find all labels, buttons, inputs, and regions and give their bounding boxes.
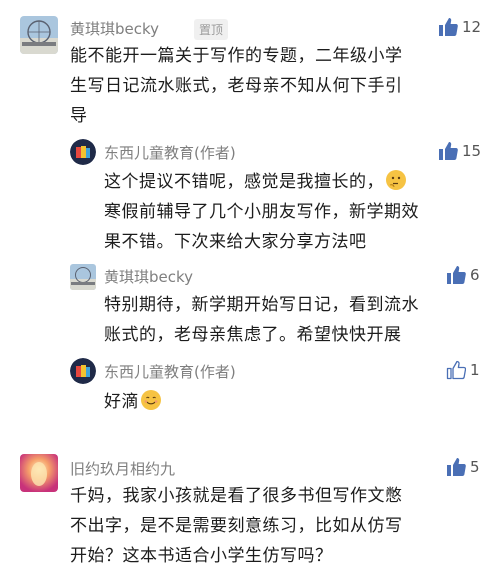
like-count: 5: [470, 458, 480, 476]
thumbs-up-outline-icon: [446, 360, 466, 380]
author-avatar[interactable]: [70, 358, 96, 384]
like-count: 12: [462, 18, 482, 36]
thumbs-up-filled-icon: [438, 141, 458, 161]
thumbs-up-filled-icon: [438, 17, 458, 37]
like-button[interactable]: 12: [438, 17, 481, 37]
comment-text: 千妈，我家小孩就是看了很多书但写作文憋 不出字，是不是需要刻意练习，比如从仿写 …: [70, 481, 490, 571]
reply-line: 果不错。下次来给大家分享方法吧: [104, 232, 367, 252]
reply-line: 好滴: [104, 392, 139, 412]
reply-line: 寒假前辅导了几个小朋友写作，新学期效: [104, 202, 419, 222]
reply-text: 这个提议不错呢，感觉是我擅长的， 寒假前辅导了几个小朋友写作，新学期效 果不错。…: [104, 167, 490, 257]
comment-author[interactable]: 旧约玖月相约九: [70, 458, 175, 479]
like-count: 15: [462, 142, 482, 160]
reply-author[interactable]: 东西儿童教育(作者): [104, 361, 236, 382]
avatar[interactable]: [70, 264, 96, 290]
like-button[interactable]: 6: [446, 265, 480, 285]
comment-author[interactable]: 黄琪琪becky: [70, 18, 159, 39]
reply-line: 这个提议不错呢，感觉是我擅长的，: [104, 172, 384, 192]
reply-author[interactable]: 黄琪琪becky: [104, 266, 193, 287]
comment-line: 导: [70, 106, 88, 126]
thinking-face-icon: [386, 170, 406, 190]
comment-line: 能不能开一篇关于写作的专题，二年级小学: [70, 46, 403, 66]
smiling-face-icon: [141, 390, 161, 410]
like-button[interactable]: 1: [446, 360, 480, 380]
like-count: 1: [470, 361, 480, 379]
reply-text: 特别期待，新学期开始写日记，看到流水 账式的，老母亲焦虑了。希望快快开展: [104, 290, 490, 350]
author-avatar[interactable]: [70, 139, 96, 165]
comment-line: 开始？这本书适合小学生仿写吗？: [70, 546, 333, 566]
like-button[interactable]: 15: [438, 141, 481, 161]
like-count: 6: [470, 266, 480, 284]
comment-line: 生写日记流水账式，老母亲不知从何下手引: [70, 76, 403, 96]
reply-author[interactable]: 东西儿童教育(作者): [104, 142, 236, 163]
reply-line: 账式的，老母亲焦虑了。希望快快开展: [104, 325, 402, 345]
reply-line: 特别期待，新学期开始写日记，看到流水: [104, 295, 419, 315]
avatar[interactable]: [20, 16, 58, 54]
thumbs-up-filled-icon: [446, 265, 466, 285]
thumbs-up-filled-icon: [446, 457, 466, 477]
comment-line: 千妈，我家小孩就是看了很多书但写作文憋: [70, 486, 403, 506]
comment-text: 能不能开一篇关于写作的专题，二年级小学 生写日记流水账式，老母亲不知从何下手引 …: [70, 41, 490, 131]
comment-line: 不出字，是不是需要刻意练习，比如从仿写: [70, 516, 403, 536]
like-button[interactable]: 5: [446, 457, 480, 477]
reply-text: 好滴: [104, 387, 490, 417]
pinned-badge: 置顶: [194, 19, 229, 40]
avatar[interactable]: [20, 454, 58, 492]
